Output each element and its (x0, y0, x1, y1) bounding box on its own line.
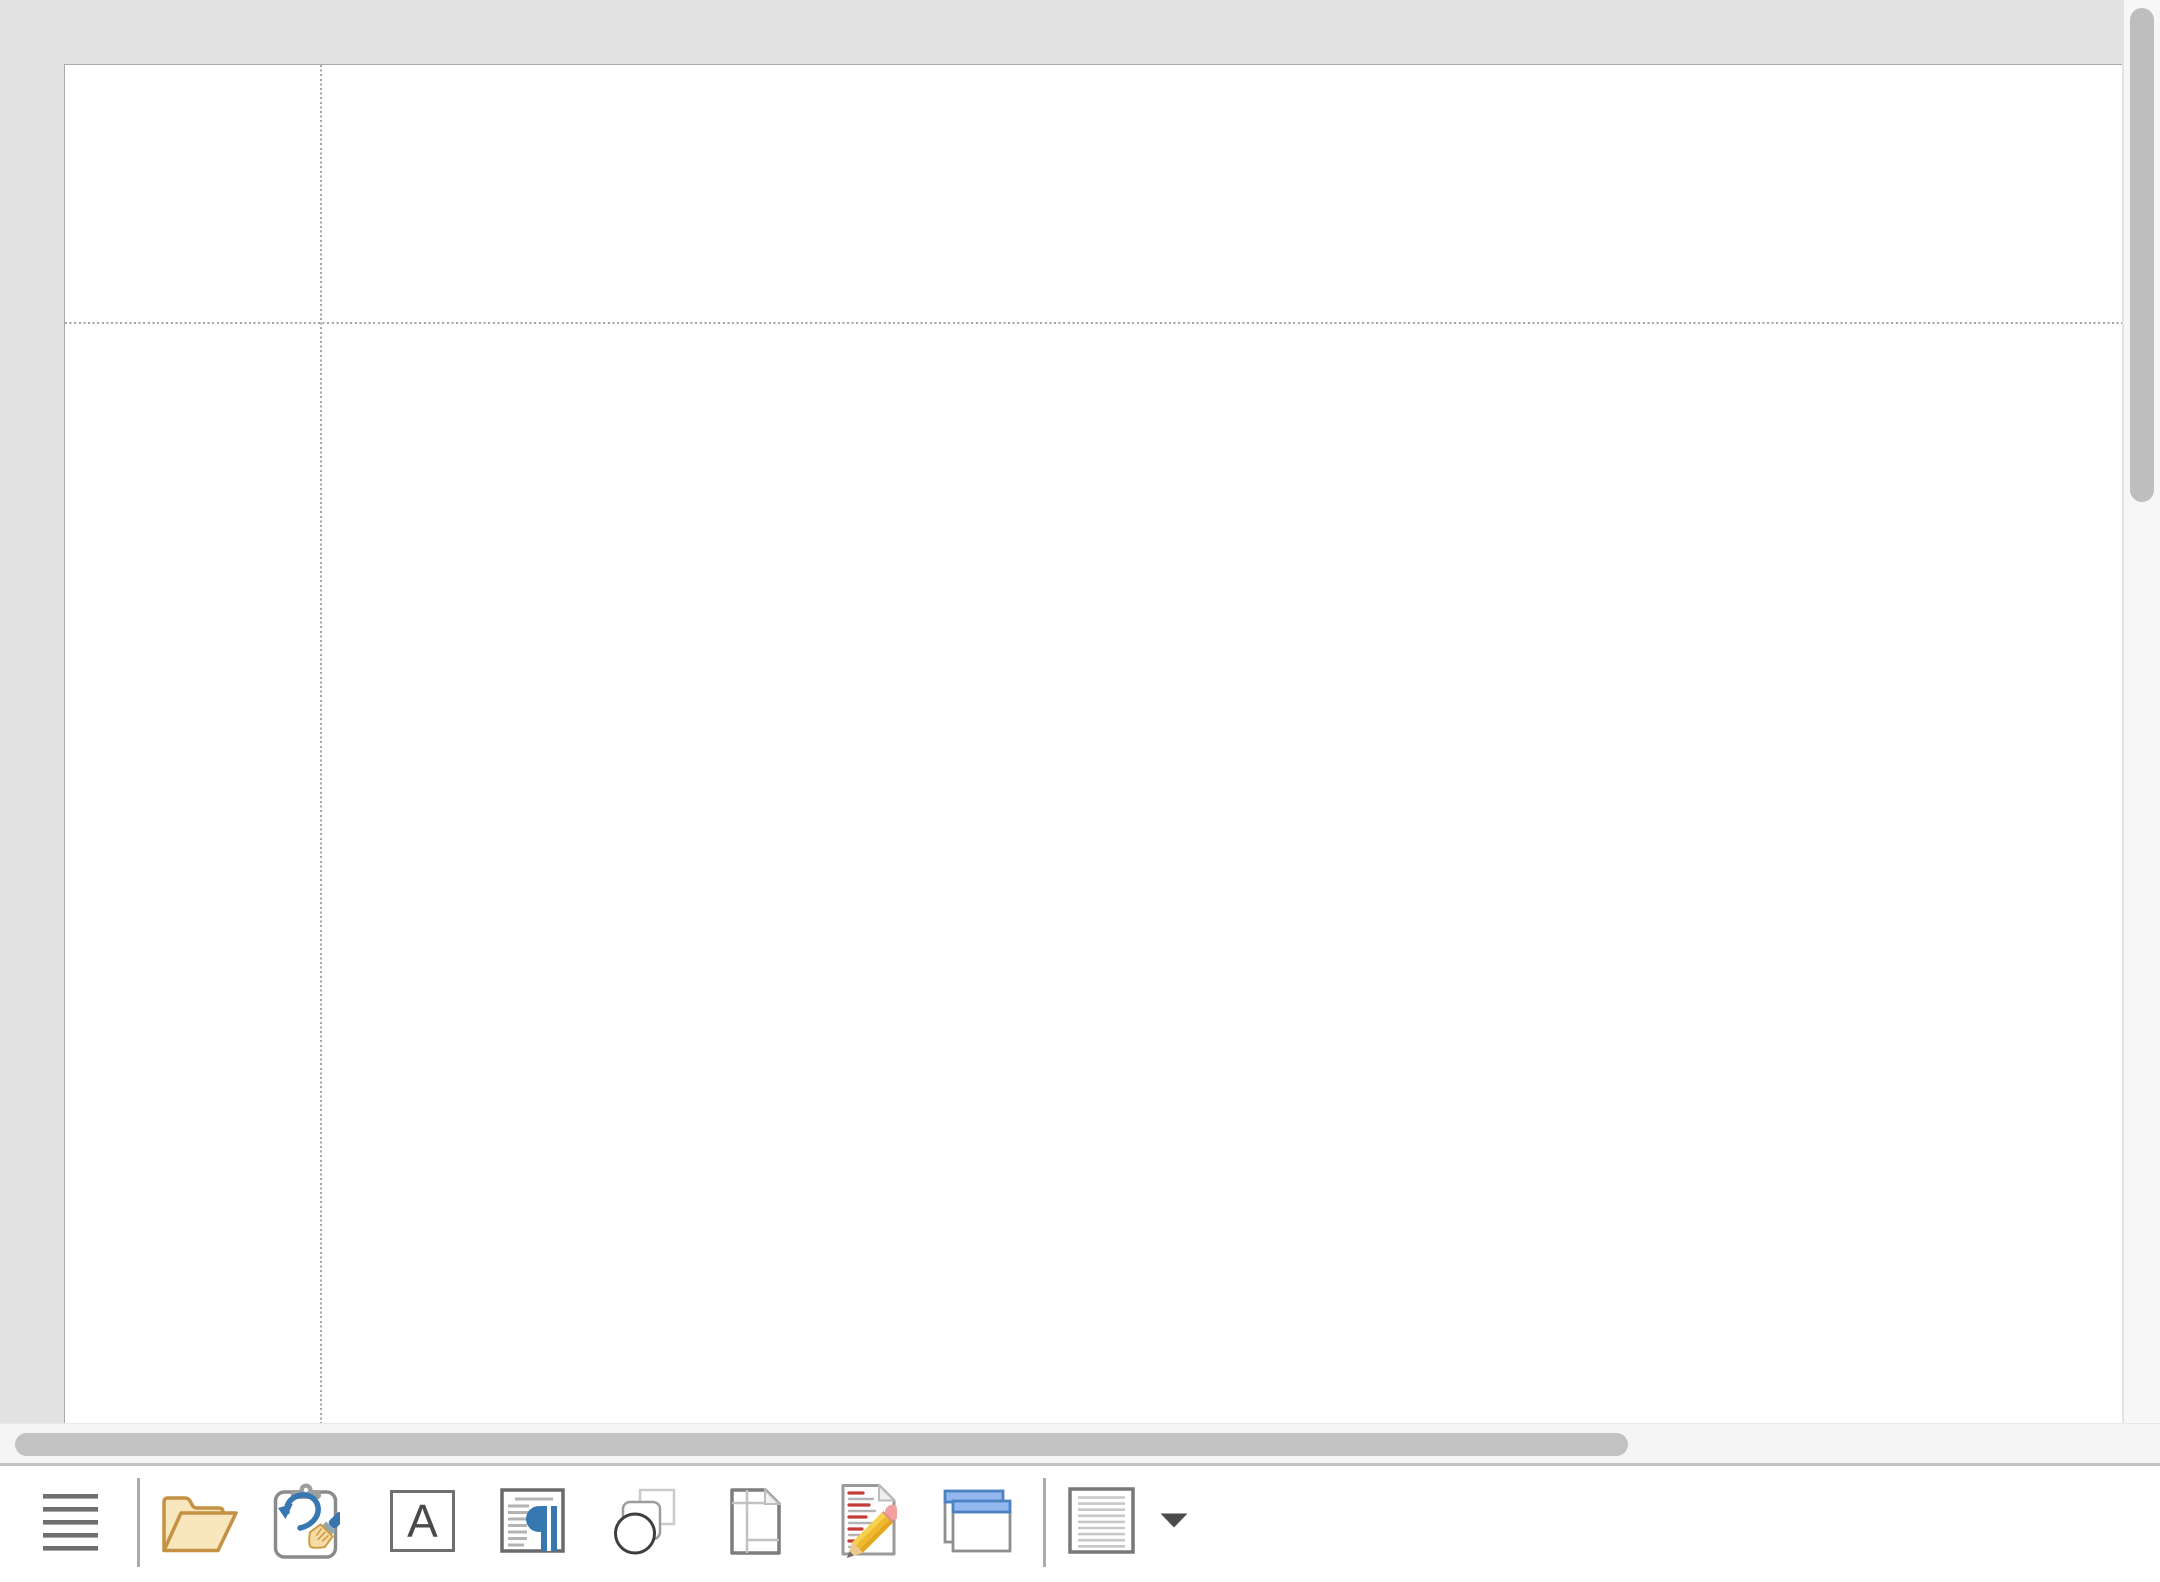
caret-down-icon (1160, 1513, 1188, 1528)
table-column-gridline (320, 65, 322, 1424)
windows-button[interactable] (943, 1489, 1012, 1553)
app-window: A (0, 0, 2160, 1582)
paragraph-format-button[interactable] (500, 1488, 565, 1553)
document-workspace (0, 0, 2122, 1423)
vertical-scrollbar-thumb[interactable] (2130, 8, 2154, 502)
vertical-scrollbar[interactable] (2122, 0, 2160, 1423)
page-layout-button[interactable] (729, 1487, 782, 1556)
document-pencil-icon (840, 1483, 897, 1561)
font-button[interactable]: A (390, 1490, 455, 1552)
page-layout-icon (729, 1487, 782, 1556)
shapes-icon (610, 1487, 678, 1555)
open-folder-button[interactable] (160, 1492, 240, 1554)
hamburger-menu-icon (43, 1494, 98, 1551)
insert-shapes-button[interactable] (610, 1487, 678, 1555)
open-folder-icon (160, 1492, 240, 1554)
document-view-button[interactable] (1068, 1487, 1135, 1554)
document-lines-icon (1068, 1487, 1135, 1554)
review-edit-button[interactable] (840, 1483, 897, 1561)
document-page[interactable] (64, 64, 2123, 1424)
clipboard-undo-brush-icon (272, 1483, 340, 1561)
horizontal-scrollbar[interactable] (0, 1423, 2160, 1463)
document-pilcrow-icon (500, 1488, 565, 1553)
overlapping-windows-icon (943, 1489, 1012, 1553)
toolbar-divider (1043, 1478, 1046, 1567)
font-letter-icon: A (390, 1490, 455, 1552)
font-icon-letter: A (407, 1498, 438, 1544)
view-dropdown-button[interactable] (1160, 1513, 1188, 1528)
toolbar-divider (137, 1478, 140, 1567)
horizontal-scrollbar-thumb[interactable] (15, 1433, 1628, 1456)
table-row-gridline (65, 322, 2123, 324)
paste-format-button[interactable] (272, 1483, 340, 1561)
bottom-toolbar: A (0, 1466, 2160, 1582)
menu-button[interactable] (43, 1494, 98, 1551)
